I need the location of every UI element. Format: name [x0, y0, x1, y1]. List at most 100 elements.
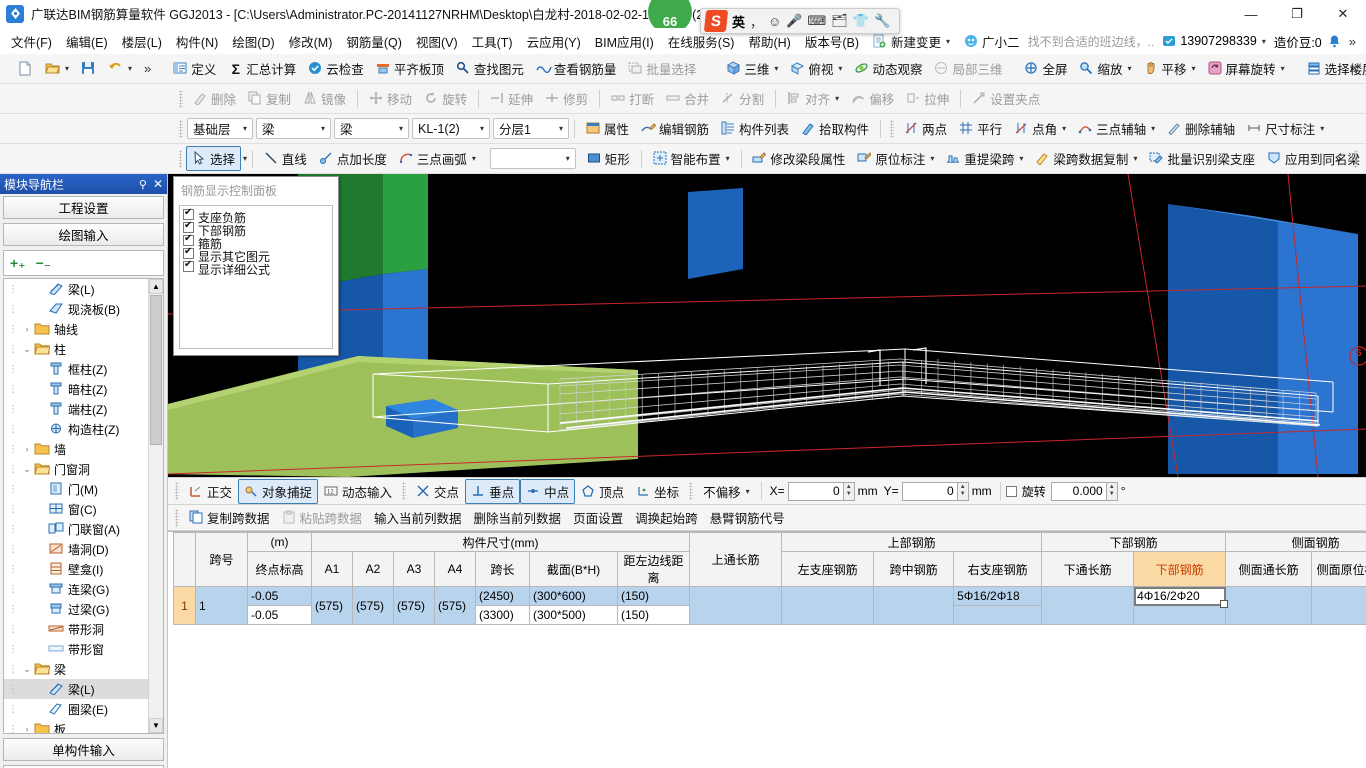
close-button[interactable]: ✕ [1320, 0, 1366, 28]
set-grip-button[interactable]: 设置夹点 [966, 86, 1046, 111]
in-situ-label-button[interactable]: 原位标注 ▾ [851, 146, 940, 171]
member-list-button[interactable]: 构件列表 [715, 116, 795, 141]
pan-button[interactable]: 平移 ▾ [1138, 56, 1202, 81]
rebar-option-checkbox[interactable] [183, 207, 194, 220]
tree-item-12[interactable]: ⋮ 门联窗(A) [4, 519, 148, 539]
extend-button[interactable]: 延伸 [484, 86, 539, 111]
header-side-insitu-rebar[interactable]: 侧面原位标注筋 [1311, 551, 1366, 587]
tree-twisty-icon[interactable]: › [20, 324, 34, 334]
fullscreen-button[interactable]: 全屏 [1018, 56, 1073, 81]
smart-layout-button[interactable]: 智能布置 ▾ [647, 146, 736, 171]
member-chevron-icon[interactable]: ▾ [480, 124, 484, 133]
header-bottom-through-rebar[interactable]: 下通长筋 [1041, 551, 1135, 587]
right-support-rebar-cell[interactable]: 5Φ16/2Φ18 [953, 586, 1043, 606]
rebar-option-checkbox[interactable] [183, 259, 194, 272]
pin-icon[interactable]: ⚲ [139, 178, 147, 191]
header-side-rebar-group[interactable]: 侧面钢筋 [1225, 532, 1366, 552]
rebar-option-4[interactable]: 显示详细公式 [183, 259, 332, 277]
batch-support-button[interactable]: 批量识别梁支座 [1143, 146, 1261, 171]
swap-start-span-button[interactable]: 调换起始跨 [629, 505, 704, 530]
tree-item-19[interactable]: ⋮ ⌄ 梁 [4, 659, 148, 679]
menubar-overflow-icon[interactable]: » [1343, 34, 1362, 49]
project-settings-button[interactable]: 工程设置 [3, 196, 164, 219]
menu-edit[interactable]: 编辑(E) [59, 29, 115, 54]
tree-item-14[interactable]: ⋮ 壁龛(I) [4, 559, 148, 579]
copy-button[interactable]: 复制 [242, 86, 297, 111]
dynamic-input-button[interactable]: 12 动态输入 [318, 479, 398, 504]
zoom-chevron-icon[interactable]: ▾ [1128, 64, 1132, 73]
find-element-button[interactable]: 查找图元 [450, 56, 530, 81]
stretch-button[interactable]: 拉伸 [900, 86, 955, 111]
ime-punctuation-icon[interactable]: ， [750, 12, 763, 31]
tree-item-20[interactable]: ⋮ 梁(L) [4, 679, 148, 699]
tree-item-1[interactable]: ⋮ 现浇板(B) [4, 299, 148, 319]
pan-chevron-icon[interactable]: ▾ [1192, 64, 1196, 73]
header-a1[interactable]: A1 [311, 551, 353, 587]
point-angle-button[interactable]: 点角 ▾ [1008, 116, 1072, 141]
sidebar-close-icon[interactable]: ✕ [153, 177, 163, 191]
header-right-support-rebar[interactable]: 右支座钢筋 [953, 551, 1043, 587]
rotate-button[interactable]: 旋转 [418, 86, 473, 111]
span-length-cell-2[interactable]: (3300) [475, 605, 530, 625]
header-end-elevation[interactable]: 终点标高 [247, 551, 312, 587]
tree-twisty-icon[interactable]: ⌄ [20, 664, 34, 675]
3d-view-button[interactable]: 三维 ▾ [720, 56, 784, 81]
span-copy-chevron-icon[interactable]: ▾ [1133, 154, 1137, 163]
axis-tools-grip[interactable] [890, 119, 895, 138]
tree-twisty-icon[interactable]: ⌄ [20, 464, 34, 475]
menu-bim-app[interactable]: BIM应用(I) [588, 29, 661, 54]
account-chevron-icon[interactable]: ▾ [1262, 37, 1266, 46]
header-left-support-rebar[interactable]: 左支座钢筋 [781, 551, 875, 587]
bell-icon[interactable] [1328, 34, 1343, 49]
tree-item-9[interactable]: ⋮ ⌄ 门窗洞 [4, 459, 148, 479]
bottom-through-rebar-cell[interactable] [1041, 586, 1135, 625]
tree-item-18[interactable]: ⋮ 带形窗 [4, 639, 148, 659]
open-file-button[interactable]: ▾ [39, 58, 75, 79]
tree-item-21[interactable]: ⋮ 圈梁(E) [4, 699, 148, 719]
tree-item-3[interactable]: ⋮ ⌄ 柱 [4, 339, 148, 359]
cantilever-code-button[interactable]: 悬臂钢筋代号 [704, 505, 791, 530]
menu-tools[interactable]: 工具(T) [465, 29, 520, 54]
scrollbar-thumb[interactable] [150, 295, 162, 445]
collapse-all-icon[interactable]: −₋ [36, 255, 52, 272]
ad-text[interactable]: 找不到合适的班边线，.. [1028, 33, 1155, 50]
offset-button[interactable]: 偏移 [845, 86, 900, 111]
view-rebar-qty-button[interactable]: 查看钢筋量 [530, 56, 623, 81]
ime-keyboard-icon[interactable]: ⌨ [808, 13, 827, 29]
edit-toolbar-grip[interactable] [179, 89, 183, 108]
rotate-spinner[interactable]: ▲ ▼ [1106, 481, 1118, 501]
two-point-button[interactable]: 两点 [898, 116, 953, 141]
drawbar-overflow-icon[interactable]: » [1329, 151, 1348, 166]
ime-mode-button[interactable]: 英 [732, 12, 745, 31]
user-button[interactable]: 广小二 [957, 29, 1027, 54]
a2-cell[interactable]: (575) [352, 586, 394, 625]
span-length-cell-1[interactable]: (2450) [475, 586, 530, 606]
trim-button[interactable]: 修剪 [539, 86, 594, 111]
coordinate-snap-button[interactable]: 坐标 [630, 479, 685, 504]
drawing-input-button[interactable]: 绘图输入 [3, 223, 164, 246]
span-data-copy-button[interactable]: 梁跨数据复制 ▾ [1029, 146, 1143, 171]
page-setup-button[interactable]: 页面设置 [567, 505, 629, 530]
screen-rotate-button[interactable]: 屏幕旋转 ▾ [1202, 56, 1291, 81]
undo-button[interactable]: ▾ [102, 58, 138, 79]
header-member-size-group[interactable]: 构件尺寸(mm) [310, 532, 691, 552]
3d-chevron-icon[interactable]: ▾ [774, 64, 778, 73]
type-select[interactable]: 梁 ▾ [334, 118, 409, 139]
section-cell-2[interactable]: (300*500) [529, 605, 618, 625]
ime-toolbox-icon[interactable]: 🗂 [831, 13, 848, 29]
snap-grip[interactable] [175, 482, 179, 500]
dimension-chevron-icon[interactable]: ▾ [1320, 124, 1324, 133]
vertex-snap-button[interactable]: 顶点 [575, 479, 630, 504]
top-view-button[interactable]: 俯视 ▾ [784, 56, 848, 81]
row-number-cell[interactable]: 1 [173, 586, 196, 625]
intersection-snap-button[interactable]: 交点 [410, 479, 465, 504]
header-a3[interactable]: A3 [393, 551, 435, 587]
menu-member[interactable]: 构件(N) [169, 29, 225, 54]
maximize-button[interactable]: ❐ [1274, 0, 1320, 28]
header-left-edge-distance[interactable]: 距左边线距离 [616, 551, 691, 587]
rebar-option-checkbox[interactable] [183, 220, 194, 233]
arc-chevron-icon[interactable]: ▾ [472, 154, 476, 163]
drawbar-end-grip[interactable] [1354, 149, 1358, 168]
minimize-button[interactable]: — [1228, 0, 1274, 28]
rebar-option-checkbox[interactable] [183, 246, 194, 259]
